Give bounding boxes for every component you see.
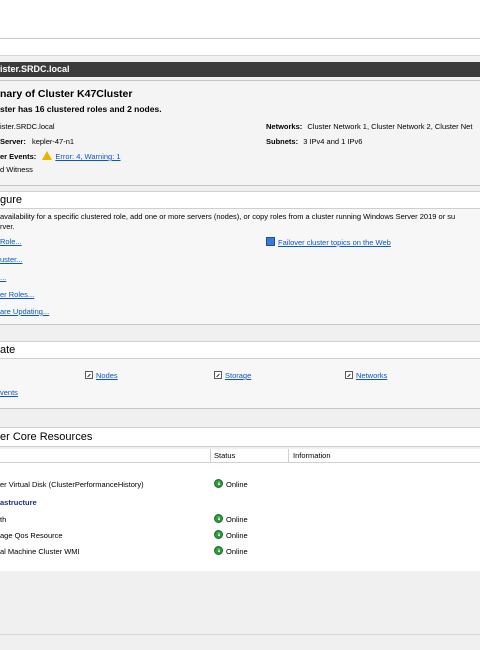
networks-value: Cluster Network 1, Cluster Network 2, Cl… (307, 122, 473, 131)
status-cell: Online (214, 530, 248, 540)
cluster-title: ister.SRDC.local (0, 64, 70, 74)
resource-name: age Qos Resource (0, 531, 63, 540)
warning-icon (42, 151, 53, 160)
footer-divider (0, 634, 480, 635)
book-icon (266, 237, 275, 246)
shortcut-icon (85, 371, 93, 379)
group-row[interactable]: astructure (0, 498, 37, 507)
cluster-name-value: ister.SRDC.local (0, 122, 55, 131)
online-icon (214, 546, 223, 555)
navigate-panel (0, 359, 480, 409)
help-topics-link[interactable]: Failover cluster topics on the Web (278, 238, 391, 247)
summary-heading: nary of Cluster K47Cluster (0, 88, 133, 100)
top-toolbar-area (0, 0, 480, 56)
navigate-title: ate (0, 344, 16, 356)
shortcut-icon (345, 371, 353, 379)
core-table-header: Status Information (0, 449, 480, 463)
events-link[interactable]: Error: 4, Warning: 1 (55, 152, 120, 161)
status-cell: Online (214, 546, 248, 556)
status-value: Online (226, 515, 248, 524)
configure-title: gure (0, 194, 23, 206)
online-icon (214, 479, 223, 488)
configure-section-header: gure (0, 191, 480, 209)
cluster-title-bar: ister.SRDC.local (0, 62, 480, 77)
shortcut-icon (214, 371, 222, 379)
status-cell: Online (214, 514, 248, 524)
recent-events: er Events: Error: 4, Warning: 1 (0, 151, 121, 161)
summary-subheading: ster has 16 clustered roles and 2 nodes. (0, 104, 162, 114)
resource-name: er Virtual Disk (ClusterPerformanceHisto… (0, 480, 144, 489)
configure-panel (0, 209, 480, 325)
status-column-header[interactable]: Status (214, 451, 235, 460)
status-cell: Online (214, 479, 248, 489)
events-nav-link[interactable]: vents (0, 388, 18, 397)
networks-row: Networks: Cluster Network 1, Cluster Net… (266, 122, 472, 131)
storage-link[interactable]: Storage (225, 371, 251, 380)
online-icon (214, 514, 223, 523)
core-resources-header: er Core Resources (0, 427, 480, 447)
subnets-label: Subnets: (266, 137, 299, 146)
resource-name: al Machine Cluster WMI (0, 547, 80, 556)
add-node-link[interactable]: ... (0, 273, 6, 282)
information-column-header[interactable]: Information (293, 451, 331, 460)
storage-nav[interactable]: Storage (214, 371, 251, 380)
column-separator (210, 449, 211, 463)
networks-nav[interactable]: Networks (345, 371, 387, 380)
copy-cluster-roles-link[interactable]: er Roles... (0, 290, 34, 299)
events-label: er Events: (0, 152, 37, 161)
table-row[interactable]: th (0, 515, 6, 524)
core-resources-title: er Core Resources (0, 431, 93, 443)
server-label: Server: (0, 137, 26, 146)
online-icon (214, 530, 223, 539)
configure-role-link[interactable]: Role... (0, 237, 22, 246)
nodes-nav[interactable]: Nodes (85, 371, 118, 380)
table-row[interactable]: er Virtual Disk (ClusterPerformanceHisto… (0, 480, 144, 489)
resource-name: th (0, 515, 7, 524)
configure-description-1: availability for a specific clustered ro… (0, 212, 456, 221)
subnets-row: Subnets: 3 IPv4 and 1 IPv6 (266, 137, 362, 146)
status-value: Online (226, 480, 248, 489)
witness-value: d Witness (0, 165, 33, 174)
toolbar-divider (0, 38, 480, 39)
status-value: Online (226, 547, 248, 556)
networks-label: Networks: (266, 122, 303, 131)
navigate-section-header: ate (0, 341, 480, 359)
table-row[interactable]: al Machine Cluster WMI (0, 547, 80, 556)
table-row[interactable]: age Qos Resource (0, 531, 63, 540)
validate-cluster-link[interactable]: uster... (0, 255, 23, 264)
column-separator (288, 449, 289, 463)
current-host-server: Server: kepler-47-n1 (0, 137, 74, 146)
server-value: kepler-47-n1 (31, 137, 75, 146)
configure-description-2: rver. (0, 222, 15, 231)
networks-link[interactable]: Networks (356, 371, 387, 380)
help-topics-row: Failover cluster topics on the Web (266, 237, 391, 247)
nodes-link[interactable]: Nodes (96, 371, 118, 380)
status-value: Online (226, 531, 248, 540)
subnets-value: 3 IPv4 and 1 IPv6 (303, 137, 363, 146)
cluster-aware-updating-link[interactable]: are Updating... (0, 307, 49, 316)
